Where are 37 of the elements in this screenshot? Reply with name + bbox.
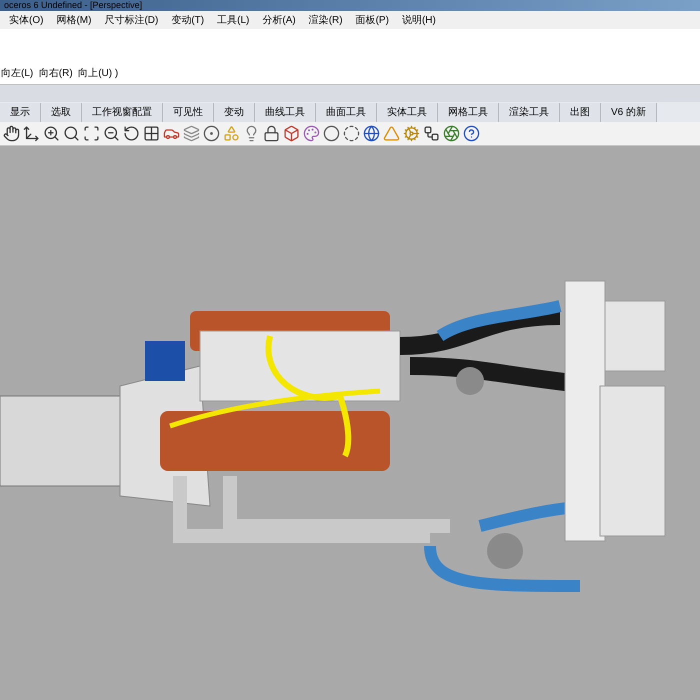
toolbar-tab[interactable]: 选取	[41, 103, 82, 122]
toolbar-tab[interactable]: 实体工具	[377, 103, 438, 122]
menu-item[interactable]: 工具(L)	[217, 12, 250, 28]
toolbar-tab[interactable]: V6 的新	[601, 103, 658, 122]
help-icon[interactable]	[463, 125, 480, 142]
menu-item[interactable]: 变动(T)	[171, 12, 204, 28]
zoom-extents-icon[interactable]	[83, 125, 100, 142]
toolbar-tab[interactable]: 曲面工具	[316, 103, 377, 122]
color-wheel-icon[interactable]	[303, 125, 320, 142]
toolbar-tab[interactable]: 曲线工具	[255, 103, 316, 122]
toolbar-tab[interactable]: 可见性	[163, 103, 214, 122]
menu-item[interactable]: 网格(M)	[56, 12, 92, 28]
menu-item[interactable]: 渲染(R)	[308, 12, 343, 28]
toolbar-tab[interactable]: 工作视窗配置	[82, 103, 163, 122]
undo-view-icon[interactable]	[123, 125, 140, 142]
globe-icon[interactable]	[363, 125, 380, 142]
viewport-grid-icon[interactable]	[143, 125, 160, 142]
target-icon[interactable]	[203, 125, 220, 142]
toolbar-tab[interactable]: 显示	[0, 103, 41, 122]
menu-item[interactable]: 面板(P)	[356, 12, 389, 28]
toolbar-tab[interactable]: 变动	[214, 103, 255, 122]
window-title: oceros 6 Undefined - [Perspective]	[3, 0, 144, 11]
menu-item[interactable]: 实体(O)	[9, 12, 44, 28]
toolbar-tab[interactable]: 网格工具	[438, 103, 499, 122]
layers-icon[interactable]	[183, 125, 200, 142]
lock-icon[interactable]	[263, 125, 280, 142]
toolbar-tab[interactable]: 出图	[560, 103, 601, 122]
hand-icon[interactable]	[3, 125, 20, 142]
menu-item[interactable]: 分析(A)	[262, 12, 296, 28]
menu-item[interactable]: 尺寸标注(D)	[104, 12, 158, 28]
toolbar-tab[interactable]: 渲染工具	[499, 103, 560, 122]
zoom-out-icon[interactable]	[103, 125, 120, 142]
box-icon[interactable]	[283, 125, 300, 142]
menu-item[interactable]: 说明(H)	[402, 12, 436, 28]
command-prompt: 向左(L) 向右(R) 向上(U) )	[1, 66, 118, 81]
zoom-window-icon[interactable]	[63, 125, 80, 142]
zoom-in-icon[interactable]	[43, 125, 60, 142]
